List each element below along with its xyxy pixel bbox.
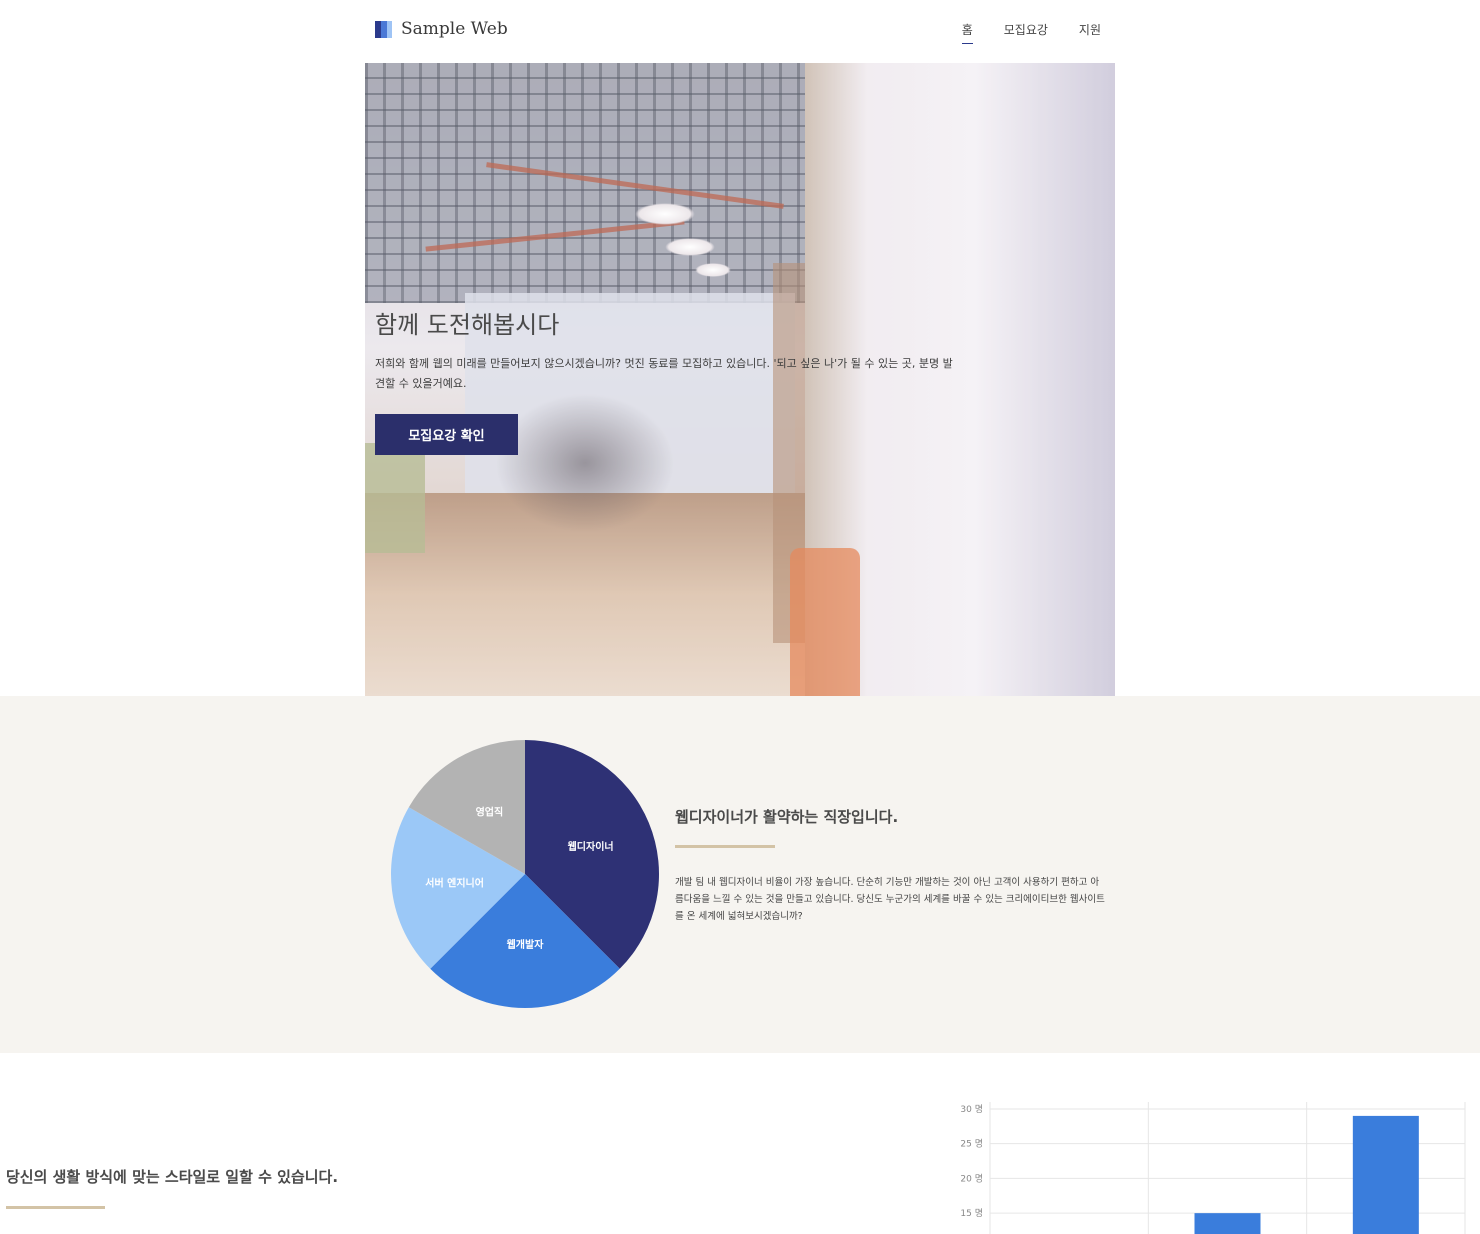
bar bbox=[1194, 1213, 1261, 1234]
hero-section: 함께 도전해봅시다 저희와 함께 웹의 미래를 만들어보지 않으시겠습니까? 멋… bbox=[365, 63, 1115, 696]
hero-description: 저희와 함께 웹의 미래를 만들어보지 않으시겠습니까? 멋진 동료를 모집하고… bbox=[375, 357, 953, 390]
headcount-bar-chart: 30 명 25 명 20 명 15 명 bbox=[960, 1102, 1466, 1234]
roles-title: 웹디자이너가 활약하는 직장입니다. bbox=[675, 808, 899, 826]
main-nav: 홈 모집요강 지원 bbox=[931, 21, 1101, 44]
roles-pie-chart: 웹디자이너웹개발자 서버 엔지니어 영업직 bbox=[391, 740, 659, 1008]
pie-slice-label: 웹디자이너 bbox=[568, 840, 614, 853]
roles-description: 개발 팀 내 웹디자이너 비율이 가장 높습니다. 단순히 기능만 개발하는 것… bbox=[675, 877, 1105, 922]
y-tick-label: 30 명 bbox=[960, 1104, 983, 1115]
bar bbox=[1352, 1115, 1419, 1234]
nav-item-apply[interactable]: 지원 bbox=[1079, 21, 1101, 44]
site-logo[interactable]: Sample Web bbox=[375, 19, 508, 39]
y-tick-label: 15 명 bbox=[960, 1208, 983, 1219]
pie-slice-label: 서버 엔지니어 bbox=[425, 876, 484, 889]
y-tick-label: 20 명 bbox=[960, 1173, 983, 1184]
title-underline bbox=[6, 1206, 105, 1209]
y-tick-label: 25 명 bbox=[960, 1139, 983, 1150]
brand-name: Sample Web bbox=[401, 19, 508, 39]
hero-title: 함께 도전해봅시다 bbox=[375, 311, 560, 339]
pie-slice-label: 웹개발자 bbox=[507, 938, 545, 951]
roles-section: 웹디자이너웹개발자 서버 엔지니어 영업직 웹디자이너가 활약하는 직장입니다. 개… bbox=[0, 696, 1480, 1053]
style-title: 당신의 생활 방식에 맞는 스타일로 일할 수 있습니다. bbox=[6, 1168, 339, 1186]
nav-item-guidelines[interactable]: 모집요강 bbox=[1004, 21, 1048, 44]
pie-slice-label: 영업직 bbox=[476, 806, 504, 819]
logo-icon bbox=[375, 20, 392, 38]
site-header: Sample Web 홈 모집요강 지원 bbox=[365, 0, 1115, 63]
nav-item-home[interactable]: 홈 bbox=[961, 21, 973, 44]
title-underline bbox=[675, 845, 775, 848]
view-guidelines-button[interactable]: 모집요강 확인 bbox=[375, 414, 518, 455]
